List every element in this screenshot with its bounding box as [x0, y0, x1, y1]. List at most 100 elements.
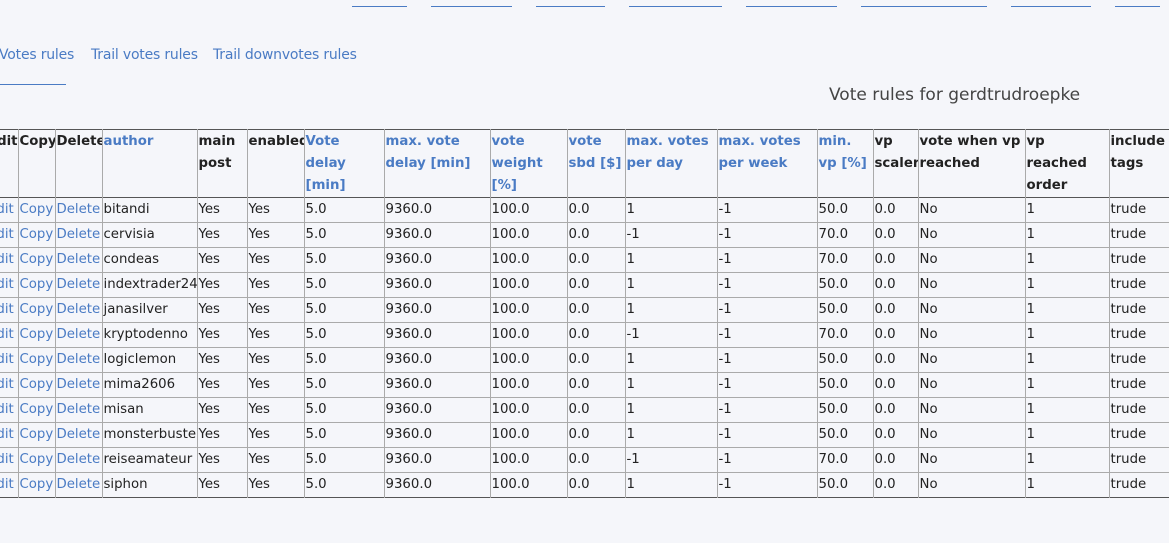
action-cell: Delete — [55, 422, 103, 448]
table-cell: reiseamateur — [102, 447, 198, 473]
tab-trail-downvotes-rules[interactable]: Trail downvotes rules — [213, 47, 357, 63]
table-cell: -1 — [625, 322, 718, 348]
column-header-max-votes-per-day[interactable]: max. votes per day — [625, 129, 718, 198]
copy-link[interactable]: Copy — [20, 352, 54, 367]
table-cell: trude — [1109, 472, 1169, 498]
edit-link[interactable]: Edit — [0, 402, 14, 417]
table-cell: 50.0 — [817, 347, 874, 373]
top-nav-link[interactable] — [861, 6, 987, 7]
tab-votes-rules[interactable]: Votes rules — [0, 47, 74, 85]
action-cell: Delete — [55, 397, 103, 423]
table-cell: 1 — [1025, 272, 1110, 298]
copy-link[interactable]: Copy — [20, 402, 54, 417]
table-cell: No — [918, 222, 1026, 248]
column-header-vote-weight[interactable]: vote weight [%] — [490, 129, 568, 198]
column-header-vote-delay-min[interactable]: Vote delay [min] — [304, 129, 385, 198]
top-nav-link[interactable] — [746, 6, 837, 7]
table-cell: -1 — [717, 372, 818, 398]
copy-link[interactable]: Copy — [20, 377, 54, 392]
copy-link[interactable]: Copy — [20, 277, 54, 292]
edit-link[interactable]: Edit — [0, 427, 14, 442]
edit-link[interactable]: Edit — [0, 477, 14, 492]
table-cell: -1 — [717, 222, 818, 248]
table-cell: Yes — [247, 422, 305, 448]
column-header-vote-sbd[interactable]: vote sbd [$] — [567, 129, 626, 198]
action-cell: Edit — [0, 447, 19, 473]
table-cell: Yes — [197, 347, 248, 373]
edit-link[interactable]: Edit — [0, 327, 14, 342]
table-cell: 50.0 — [817, 197, 874, 223]
column-header-include-tags: include tags — [1109, 129, 1169, 198]
top-nav-link[interactable] — [536, 6, 605, 7]
copy-link[interactable]: Copy — [20, 327, 54, 342]
edit-link[interactable]: Edit — [0, 202, 14, 217]
column-header-edit: Edit — [0, 129, 19, 198]
table-cell: 70.0 — [817, 222, 874, 248]
copy-link[interactable]: Copy — [20, 452, 54, 467]
copy-link[interactable]: Copy — [20, 252, 54, 267]
edit-link[interactable]: Edit — [0, 277, 14, 292]
delete-link[interactable]: Delete — [57, 277, 101, 292]
edit-link[interactable]: Edit — [0, 377, 14, 392]
table-row: EditCopyDeletesiphonYesYes5.09360.0100.0… — [0, 472, 1169, 498]
top-nav-link[interactable] — [629, 6, 722, 7]
delete-link[interactable]: Delete — [57, 252, 101, 267]
table-cell: 5.0 — [304, 197, 385, 223]
column-header-author[interactable]: author — [102, 129, 198, 198]
top-nav-link[interactable] — [1011, 6, 1091, 7]
edit-link[interactable]: Edit — [0, 352, 14, 367]
table-cell: 9360.0 — [384, 197, 491, 223]
column-header-max-votes-per-week[interactable]: max. votes per week — [717, 129, 818, 198]
top-nav-link[interactable] — [1115, 6, 1160, 7]
action-cell: Edit — [0, 222, 19, 248]
delete-link[interactable]: Delete — [57, 402, 101, 417]
edit-link[interactable]: Edit — [0, 227, 14, 242]
delete-link[interactable]: Delete — [57, 202, 101, 217]
vote-rules-table: EditCopyDeleteauthormain postenabledVote… — [0, 129, 1169, 498]
top-nav-link[interactable] — [352, 6, 407, 7]
copy-link[interactable]: Copy — [20, 427, 54, 442]
table-cell: No — [918, 472, 1026, 498]
delete-link[interactable]: Delete — [57, 377, 101, 392]
table-cell: 5.0 — [304, 472, 385, 498]
table-cell: Yes — [197, 247, 248, 273]
delete-link[interactable]: Delete — [57, 327, 101, 342]
tab-trail-votes-rules[interactable]: Trail votes rules — [91, 47, 198, 63]
action-cell: Copy — [18, 297, 56, 323]
table-cell: No — [918, 347, 1026, 373]
table-row: EditCopyDeletemonsterbusterYesYes5.09360… — [0, 422, 1169, 448]
table-cell: trude — [1109, 447, 1169, 473]
table-cell: trude — [1109, 347, 1169, 373]
delete-link[interactable]: Delete — [57, 302, 101, 317]
delete-link[interactable]: Delete — [57, 427, 101, 442]
delete-link[interactable]: Delete — [57, 227, 101, 242]
table-cell: No — [918, 247, 1026, 273]
copy-link[interactable]: Copy — [20, 202, 54, 217]
table-cell: 70.0 — [817, 447, 874, 473]
table-cell: 0.0 — [873, 472, 919, 498]
delete-link[interactable]: Delete — [57, 477, 101, 492]
action-cell: Edit — [0, 272, 19, 298]
table-row: EditCopyDeletecondeasYesYes5.09360.0100.… — [0, 247, 1169, 273]
edit-link[interactable]: Edit — [0, 452, 14, 467]
top-nav-link[interactable] — [431, 6, 512, 7]
copy-link[interactable]: Copy — [20, 302, 54, 317]
table-cell: 1 — [625, 372, 718, 398]
action-cell: Copy — [18, 322, 56, 348]
table-cell: 70.0 — [817, 247, 874, 273]
column-header-min-vp[interactable]: min. vp [%] — [817, 129, 874, 198]
delete-link[interactable]: Delete — [57, 352, 101, 367]
action-cell: Delete — [55, 447, 103, 473]
edit-link[interactable]: Edit — [0, 302, 14, 317]
edit-link[interactable]: Edit — [0, 252, 14, 267]
column-header-max-vote-delay-min[interactable]: max. vote delay [min] — [384, 129, 491, 198]
table-cell: No — [918, 447, 1026, 473]
copy-link[interactable]: Copy — [20, 477, 54, 492]
table-cell: mima2606 — [102, 372, 198, 398]
table-cell: Yes — [247, 197, 305, 223]
table-cell: 1 — [625, 297, 718, 323]
table-cell: 0.0 — [873, 222, 919, 248]
table-cell: trude — [1109, 372, 1169, 398]
copy-link[interactable]: Copy — [20, 227, 54, 242]
delete-link[interactable]: Delete — [57, 452, 101, 467]
